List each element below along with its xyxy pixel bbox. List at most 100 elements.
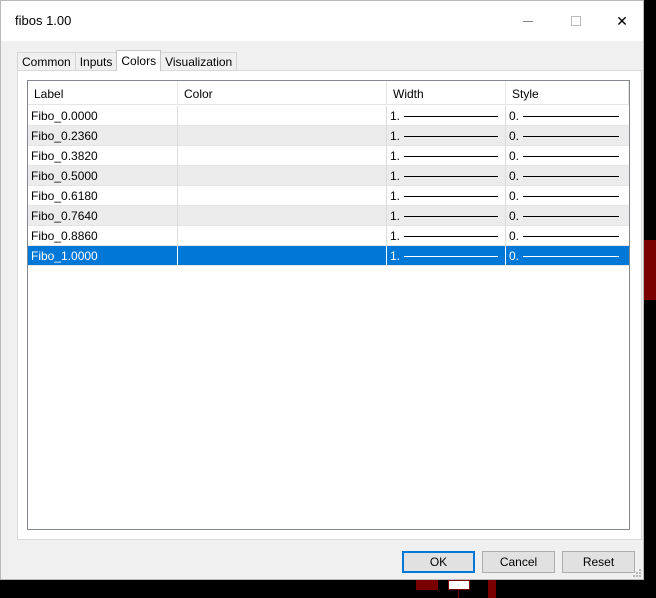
background-chart-bar — [488, 580, 496, 598]
table-row[interactable]: Fibo_0.7640 1. 0. — [28, 206, 629, 226]
width-value: 1. — [390, 169, 401, 183]
row-label: Fibo_0.2360 — [28, 126, 178, 146]
row-label: Fibo_1.0000 — [28, 246, 178, 266]
background-chart-wick — [458, 590, 459, 598]
row-color-swatch[interactable] — [178, 146, 387, 166]
width-line-preview — [404, 135, 498, 137]
tab-colors[interactable]: Colors — [116, 50, 162, 71]
ok-button[interactable]: OK — [402, 551, 475, 573]
row-width-select[interactable]: 1. — [387, 186, 506, 206]
style-line-preview — [523, 255, 619, 257]
style-value: 0. — [509, 209, 520, 223]
table-row[interactable]: Fibo_0.8860 1. 0. — [28, 226, 629, 246]
width-line-preview — [404, 115, 498, 117]
width-line-preview — [404, 195, 498, 197]
row-width-select[interactable]: 1. — [387, 106, 506, 126]
table-row[interactable]: Fibo_0.0000 1. 0. — [28, 106, 629, 126]
background-chart-bar — [644, 240, 656, 300]
column-header-width[interactable]: Width — [387, 81, 506, 105]
width-line-preview — [404, 175, 498, 177]
row-width-select[interactable]: 1. — [387, 206, 506, 226]
width-value: 1. — [390, 189, 401, 203]
row-label: Fibo_0.3820 — [28, 146, 178, 166]
style-value: 0. — [509, 129, 520, 143]
row-style-select[interactable]: 0. — [506, 186, 629, 206]
cancel-button[interactable]: Cancel — [482, 551, 555, 573]
table-row[interactable]: Fibo_0.5000 1. 0. — [28, 166, 629, 186]
row-color-swatch[interactable] — [178, 206, 387, 226]
title-bar: fibos 1.00 ✕ — [1, 1, 643, 41]
width-line-preview — [404, 215, 498, 217]
row-label: Fibo_0.0000 — [28, 106, 178, 126]
tab-inputs[interactable]: Inputs — [74, 52, 118, 71]
style-value: 0. — [509, 169, 520, 183]
maximize-icon — [571, 16, 581, 26]
style-value: 0. — [509, 149, 520, 163]
row-label: Fibo_0.7640 — [28, 206, 178, 226]
table-row[interactable]: Fibo_0.2360 1. 0. — [28, 126, 629, 146]
style-line-preview — [523, 135, 619, 137]
style-value: 0. — [509, 249, 520, 263]
style-line-preview — [523, 115, 619, 117]
minimize-icon — [523, 20, 533, 22]
row-style-select[interactable]: 0. — [506, 226, 629, 246]
row-width-select[interactable]: 1. — [387, 226, 506, 246]
colors-table[interactable]: Label Color Width Style Fibo_0.0000 1. 0… — [27, 80, 630, 530]
row-style-select[interactable]: 0. — [506, 246, 629, 266]
row-color-swatch[interactable] — [178, 186, 387, 206]
properties-dialog: fibos 1.00 ✕ Common Inputs Colors Visual… — [0, 0, 644, 580]
style-value: 0. — [509, 229, 520, 243]
style-line-preview — [523, 155, 619, 157]
table-row-selected[interactable]: Fibo_1.0000 1. 0. — [28, 246, 629, 266]
width-line-preview — [404, 255, 498, 257]
row-style-select[interactable]: 0. — [506, 126, 629, 146]
table-row[interactable]: Fibo_0.6180 1. 0. — [28, 186, 629, 206]
style-value: 0. — [509, 189, 520, 203]
row-color-swatch[interactable] — [178, 246, 387, 266]
row-label: Fibo_0.5000 — [28, 166, 178, 186]
style-value: 0. — [509, 109, 520, 123]
style-line-preview — [523, 215, 619, 217]
tab-common[interactable]: Common — [17, 52, 76, 71]
style-line-preview — [523, 235, 619, 237]
tab-strip: Common Inputs Colors Visualization — [17, 50, 238, 71]
width-value: 1. — [390, 229, 401, 243]
row-style-select[interactable]: 0. — [506, 106, 629, 126]
row-color-swatch[interactable] — [178, 126, 387, 146]
style-line-preview — [523, 195, 619, 197]
row-color-swatch[interactable] — [178, 166, 387, 186]
column-header-label[interactable]: Label — [28, 81, 178, 105]
resize-grip-icon[interactable] — [631, 567, 642, 578]
window-title: fibos 1.00 — [15, 13, 72, 28]
row-style-select[interactable]: 0. — [506, 166, 629, 186]
close-button[interactable]: ✕ — [599, 1, 645, 41]
row-style-select[interactable]: 0. — [506, 146, 629, 166]
width-value: 1. — [390, 129, 401, 143]
row-width-select[interactable]: 1. — [387, 126, 506, 146]
row-label: Fibo_0.6180 — [28, 186, 178, 206]
table-row[interactable]: Fibo_0.3820 1. 0. — [28, 146, 629, 166]
tab-visualization[interactable]: Visualization — [160, 52, 238, 71]
table-header: Label Color Width Style — [28, 81, 629, 105]
column-header-color[interactable]: Color — [178, 81, 387, 105]
row-width-select[interactable]: 1. — [387, 166, 506, 186]
width-value: 1. — [390, 209, 401, 223]
background-chart-bar — [448, 580, 470, 590]
row-label: Fibo_0.8860 — [28, 226, 178, 246]
row-width-select[interactable]: 1. — [387, 246, 506, 266]
row-color-swatch[interactable] — [178, 226, 387, 246]
width-line-preview — [404, 235, 498, 237]
width-value: 1. — [390, 149, 401, 163]
minimize-button[interactable] — [505, 1, 551, 41]
width-line-preview — [404, 155, 498, 157]
row-style-select[interactable]: 0. — [506, 206, 629, 226]
reset-button[interactable]: Reset — [562, 551, 635, 573]
row-color-swatch[interactable] — [178, 106, 387, 126]
column-header-style[interactable]: Style — [506, 81, 629, 105]
close-icon: ✕ — [616, 12, 628, 29]
row-width-select[interactable]: 1. — [387, 146, 506, 166]
maximize-button[interactable] — [553, 1, 599, 41]
width-value: 1. — [390, 109, 401, 123]
background-chart-bar — [416, 580, 438, 590]
width-value: 1. — [390, 249, 401, 263]
